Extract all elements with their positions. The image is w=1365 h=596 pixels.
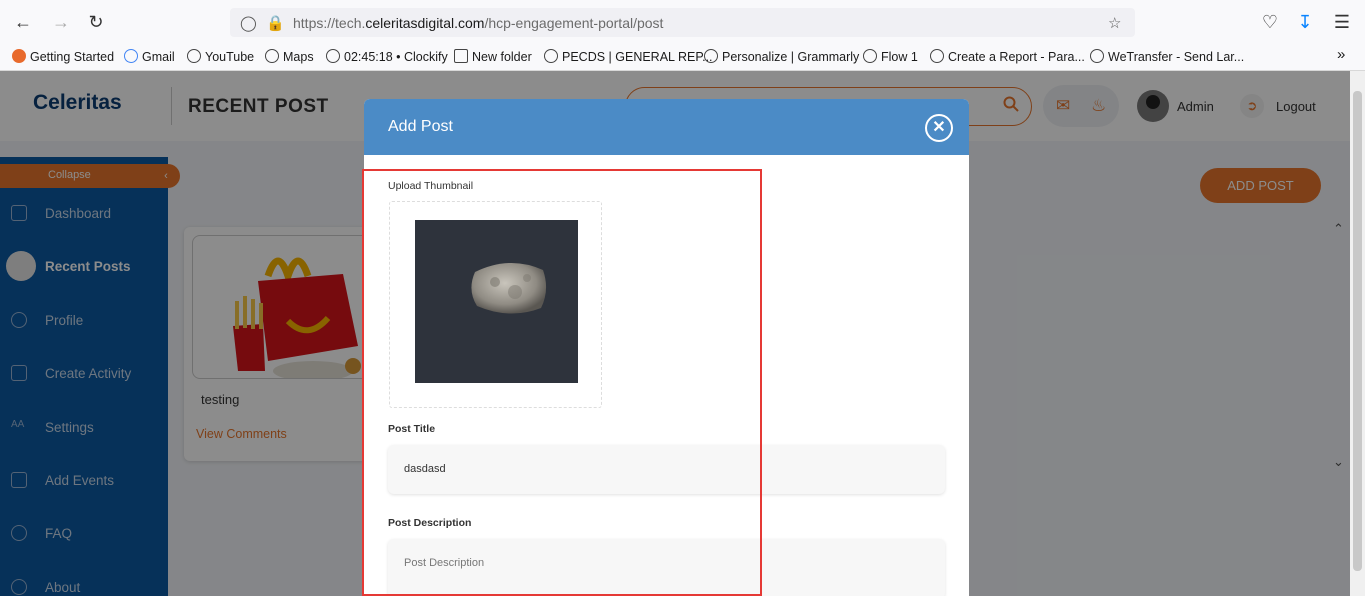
globe-icon [544,49,558,63]
globe-icon [930,49,944,63]
page-scrollbar[interactable] [1350,71,1365,596]
globe-icon [863,49,877,63]
reload-icon[interactable]: ↻ [85,11,107,33]
shield-icon[interactable]: ◯ [240,14,257,32]
modal-title: Add Post [388,118,453,135]
download-icon[interactable]: ↧ [1294,11,1316,33]
bookmark-item[interactable]: Gmail [124,49,175,64]
bookmark-item[interactable]: WeTransfer - Send Lar... [1090,49,1244,64]
bookmark-item[interactable]: Getting Started [12,49,114,64]
back-icon[interactable]: ← [12,11,34,33]
menu-icon[interactable]: ☰ [1331,11,1353,33]
firefox-icon [12,49,26,63]
google-icon [124,49,138,63]
globe-icon [326,49,340,63]
folder-icon [454,49,468,63]
globe-icon [187,49,201,63]
bookmark-item[interactable]: New folder [454,49,532,64]
address-bar[interactable]: ◯ 🔒 https://tech.celeritasdigital.com/hc… [230,8,1135,37]
browser-toolbar: ← → ↻ ◯ 🔒 https://tech.celeritasdigital.… [0,0,1365,44]
bookmark-item[interactable]: YouTube [187,49,254,64]
bookmark-item[interactable]: Personalize | Grammarly [704,49,859,64]
forward-icon[interactable]: → [50,11,72,33]
globe-icon [265,49,279,63]
bookmark-item[interactable]: Create a Report - Para... [930,49,1085,64]
bookmarks-bar: Getting Started Gmail YouTube Maps 02:45… [0,44,1365,71]
star-icon[interactable]: ☆ [1108,14,1121,32]
bookmark-item[interactable]: Flow 1 [863,49,918,64]
scrollbar-thumb[interactable] [1353,91,1362,571]
modal-header: Add Post ✕ [364,99,969,155]
bookmark-item[interactable]: Maps [265,49,314,64]
pocket-icon[interactable]: ♡ [1259,11,1281,33]
more-bookmarks-icon[interactable]: » [1337,46,1345,63]
bookmark-item[interactable]: 02:45:18 • Clockify [326,49,448,64]
lock-icon[interactable]: 🔒 [266,14,285,32]
globe-icon [1090,49,1104,63]
close-icon[interactable]: ✕ [925,114,953,142]
url-text[interactable]: https://tech.celeritasdigital.com/hcp-en… [293,15,663,31]
globe-icon [704,49,718,63]
bookmark-item[interactable]: PECDS | GENERAL REP... [544,49,713,64]
highlight-box [362,169,762,596]
